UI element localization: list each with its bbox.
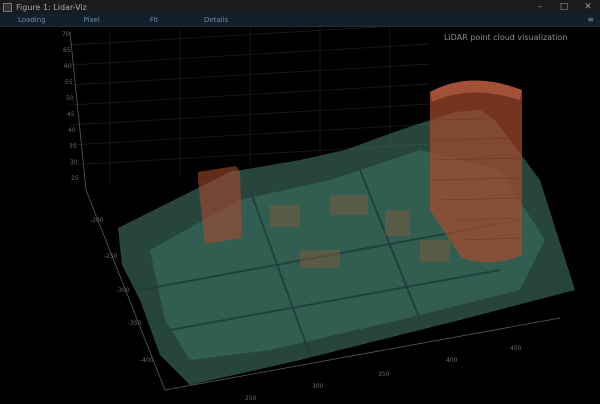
point-cloud-plot[interactable]: 70 65 60 55 50 45 40 35 30 25 -200 -250 … [0, 27, 600, 404]
z-tick: 65 [63, 47, 71, 54]
y-tick: -250 [104, 253, 118, 260]
menu-item-fit[interactable]: Fit [142, 16, 166, 24]
x-tick: 450 [510, 345, 522, 352]
z-tick: 40 [68, 127, 76, 134]
x-tick: 350 [378, 371, 390, 378]
minimize-button[interactable]: – [528, 0, 552, 14]
menu-item-loading[interactable]: Loading [10, 16, 54, 24]
menu-item-pixel[interactable]: Pixel [76, 16, 108, 24]
menu-bar: Loading Pixel Fit Details ≡ [0, 14, 600, 27]
window-controls: – □ ✕ [528, 0, 600, 14]
x-tick: 400 [446, 357, 458, 364]
medium-building [198, 166, 242, 244]
z-tick: 55 [65, 79, 73, 86]
z-axis-ticks: 70 65 60 55 50 45 40 35 30 25 [62, 31, 79, 182]
x-tick: 300 [312, 383, 324, 390]
pin-icon[interactable]: ≡ [587, 15, 594, 24]
z-tick: 35 [69, 143, 77, 150]
close-button[interactable]: ✕ [576, 0, 600, 14]
title-bar[interactable]: Figure 1: Lidar-Viz – □ ✕ [0, 0, 600, 14]
maximize-button[interactable]: □ [552, 0, 576, 14]
menu-item-details[interactable]: Details [196, 16, 236, 24]
z-tick: 50 [66, 95, 74, 102]
app-icon [3, 2, 12, 12]
z-tick: 45 [67, 111, 75, 118]
y-tick: -350 [128, 320, 142, 327]
z-tick: 25 [71, 175, 79, 182]
z-tick: 30 [70, 159, 78, 166]
y-tick: -400 [140, 357, 154, 364]
z-tick: 70 [62, 31, 70, 38]
x-tick: 250 [245, 395, 257, 402]
y-tick: -200 [90, 217, 104, 224]
window-title: Figure 1: Lidar-Viz [16, 2, 87, 12]
y-tick: -300 [116, 287, 130, 294]
figure-window: Figure 1: Lidar-Viz – □ ✕ Loading Pixel … [0, 0, 600, 404]
z-tick: 60 [64, 63, 72, 70]
